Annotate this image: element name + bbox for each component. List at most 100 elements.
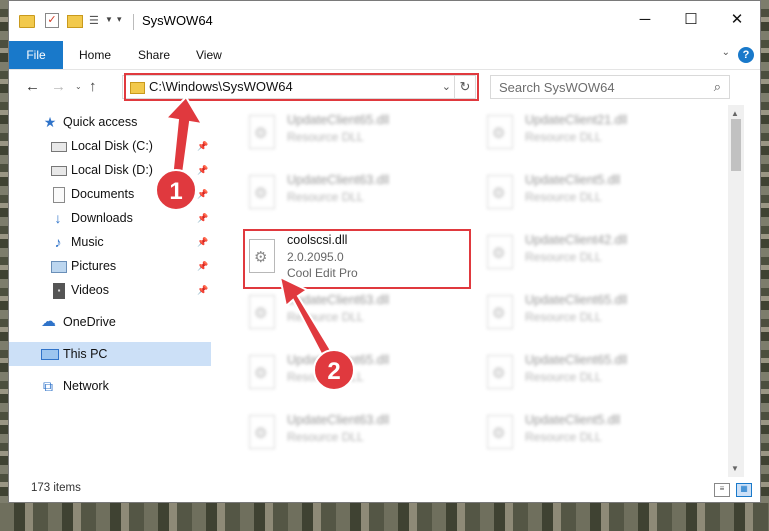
- sidebar-item-downloads[interactable]: ↓ Downloads 📌: [9, 206, 211, 230]
- sidebar-item-label: Quick access: [63, 115, 138, 129]
- scroll-thumb[interactable]: [731, 119, 741, 171]
- tiles-view-icon[interactable]: ▦: [736, 483, 752, 497]
- file-name: UpdateClient63.dll: [287, 173, 390, 187]
- forward-button[interactable]: →: [51, 78, 66, 95]
- pin-icon[interactable]: 📌: [197, 158, 208, 182]
- maximize-button[interactable]: ☐: [668, 5, 714, 35]
- file-name: UpdateClient65.dll: [287, 353, 390, 367]
- title-bar: ✓ ☰ ▼ ▾ SysWOW64 ─ ☐ ✕: [9, 1, 760, 41]
- up-button[interactable]: ↑: [89, 78, 97, 95]
- file-name: UpdateClient65.dll: [525, 293, 628, 307]
- sidebar-item-label: Local Disk (D:): [71, 163, 153, 177]
- file-tile[interactable]: ⚙ UpdateClient21.dll Resource DLL: [481, 109, 709, 161]
- file-tile[interactable]: ⚙ UpdateClient65.dll Resource DLL: [243, 109, 471, 161]
- view-options-icon[interactable]: ☰: [89, 15, 103, 27]
- tab-home[interactable]: Home: [79, 41, 111, 69]
- gear-icon: ⚙: [254, 125, 268, 142]
- file-tile[interactable]: ⚙ UpdateClient65.dll Resource DLL: [243, 349, 471, 401]
- dll-file-icon: ⚙: [487, 295, 513, 329]
- search-input[interactable]: Search SysWOW64 ⌕: [490, 75, 730, 99]
- sidebar-item-videos[interactable]: ▪ Videos 📌: [9, 278, 211, 302]
- file-type: Resource DLL: [525, 310, 602, 324]
- sidebar-item-pictures[interactable]: Pictures 📌: [9, 254, 211, 278]
- file-type: Resource DLL: [287, 130, 364, 144]
- file-name: UpdateClient5.dll: [525, 173, 621, 187]
- pin-icon[interactable]: 📌: [197, 230, 208, 254]
- sidebar-item-label: Local Disk (C:): [71, 139, 153, 153]
- gear-icon: ⚙: [492, 245, 506, 262]
- sidebar-item-music[interactable]: ♪ Music 📌: [9, 230, 211, 254]
- file-tile[interactable]: ⚙ UpdateClient42.dll Resource DLL: [481, 229, 709, 281]
- status-bar: 173 items ≡ ▦: [9, 477, 760, 502]
- dll-file-icon: ⚙: [249, 355, 275, 389]
- file-list: ⚙ UpdateClient65.dll Resource DLL ⚙ Upda…: [215, 105, 728, 477]
- onedrive-icon: ☁: [41, 313, 56, 330]
- pin-icon[interactable]: 📌: [197, 254, 208, 278]
- item-count: 173 items: [31, 482, 81, 494]
- file-name: UpdateClient42.dll: [525, 233, 628, 247]
- file-explorer-window: ✓ ☰ ▼ ▾ SysWOW64 ─ ☐ ✕ File Home Share V…: [8, 0, 761, 503]
- gear-icon: ⚙: [254, 185, 268, 202]
- search-placeholder: Search SysWOW64: [499, 80, 615, 95]
- drive-icon: [51, 142, 67, 152]
- file-type: Resource DLL: [525, 250, 602, 264]
- file-name: UpdateClient63.dll: [287, 293, 390, 307]
- file-type: Resource DLL: [287, 190, 364, 204]
- file-type: Resource DLL: [287, 430, 364, 444]
- pin-icon[interactable]: 📌: [197, 278, 208, 302]
- file-tile[interactable]: ⚙ UpdateClient5.dll Resource DLL: [481, 169, 709, 221]
- file-tile[interactable]: ⚙ UpdateClient63.dll Resource DLL: [243, 289, 471, 341]
- expand-ribbon-icon[interactable]: ⌄: [722, 47, 730, 58]
- gear-icon: ⚙: [492, 425, 506, 442]
- file-tile[interactable]: ⚙ UpdateClient63.dll Resource DLL: [243, 169, 471, 221]
- sidebar-item-onedrive[interactable]: ☁ OneDrive: [9, 310, 211, 334]
- recent-locations-icon[interactable]: ⌄: [75, 82, 82, 91]
- desktop-wallpaper-right: [761, 0, 769, 531]
- sidebar-item-this-pc[interactable]: This PC: [9, 342, 211, 366]
- file-tile[interactable]: ⚙ UpdateClient65.dll Resource DLL: [481, 349, 709, 401]
- sidebar-item-documents[interactable]: Documents 📌: [9, 182, 211, 206]
- scroll-down-icon[interactable]: ▼: [731, 464, 739, 473]
- file-type: Resource DLL: [287, 310, 364, 324]
- gear-icon: ⚙: [492, 125, 506, 142]
- back-button[interactable]: ←: [25, 78, 40, 95]
- scroll-up-icon[interactable]: ▲: [731, 109, 739, 118]
- pin-icon[interactable]: 📌: [197, 206, 208, 230]
- tab-share[interactable]: Share: [138, 41, 170, 69]
- documents-icon: [53, 187, 65, 203]
- file-type: Resource DLL: [525, 370, 602, 384]
- drive-icon: [51, 166, 67, 176]
- sidebar-item-network[interactable]: ⧉ Network: [9, 374, 211, 398]
- new-folder-icon[interactable]: [67, 15, 83, 28]
- gear-icon: ⚙: [492, 365, 506, 382]
- pin-icon[interactable]: 📌: [197, 134, 208, 158]
- tab-file[interactable]: File: [9, 41, 63, 69]
- vertical-scrollbar[interactable]: ▲ ▼: [728, 105, 744, 477]
- file-type: Resource DLL: [525, 430, 602, 444]
- help-icon[interactable]: ?: [738, 47, 754, 63]
- close-button[interactable]: ✕: [714, 5, 760, 35]
- file-type: Resource DLL: [525, 130, 602, 144]
- dll-file-icon: ⚙: [249, 415, 275, 449]
- details-view-icon[interactable]: ≡: [714, 483, 730, 497]
- folder-icon: [19, 15, 35, 28]
- sidebar-item-local-disk-c[interactable]: Local Disk (C:) 📌: [9, 134, 211, 158]
- sidebar-item-label: Pictures: [71, 259, 117, 273]
- sidebar-item-local-disk-d[interactable]: Local Disk (D:) 📌: [9, 158, 211, 182]
- star-icon: ★: [43, 114, 57, 130]
- file-tile[interactable]: ⚙ UpdateClient65.dll Resource DLL: [481, 289, 709, 341]
- file-tile[interactable]: ⚙ UpdateClient5.dll Resource DLL: [481, 409, 709, 461]
- file-name: UpdateClient5.dll: [525, 413, 621, 427]
- file-name: UpdateClient65.dll: [287, 113, 390, 127]
- network-icon: ⧉: [43, 378, 53, 394]
- customize-toolbar-icon[interactable]: ▾: [117, 14, 122, 25]
- sidebar-item-label: This PC: [63, 347, 108, 361]
- pin-icon[interactable]: 📌: [197, 182, 208, 206]
- sidebar-item-quick-access[interactable]: ★ Quick access: [9, 110, 211, 134]
- chevron-down-icon[interactable]: ▼: [105, 15, 113, 24]
- file-type: Resource DLL: [287, 370, 364, 384]
- properties-icon[interactable]: ✓: [45, 13, 59, 28]
- minimize-button[interactable]: ─: [622, 5, 668, 35]
- file-tile[interactable]: ⚙ UpdateClient63.dll Resource DLL: [243, 409, 471, 461]
- tab-view[interactable]: View: [196, 41, 222, 69]
